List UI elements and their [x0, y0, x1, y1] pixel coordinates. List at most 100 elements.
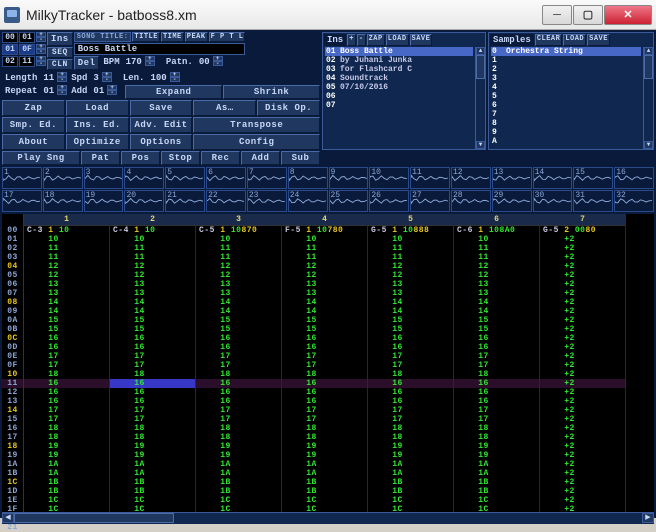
order-pos-2[interactable]: 02 — [2, 56, 18, 67]
scope-channel[interactable]: 28 — [451, 190, 491, 212]
spd-minus[interactable]: - — [102, 77, 112, 82]
about-button[interactable]: About — [2, 134, 65, 150]
scroll-down-icon[interactable]: ▼ — [644, 141, 653, 149]
sample-item[interactable]: 3 — [491, 74, 641, 83]
scope-channel[interactable]: 29 — [492, 190, 532, 212]
orderlist-ins-button[interactable]: Ins — [47, 32, 73, 46]
sample-item[interactable]: 7 — [491, 110, 641, 119]
ins-save-button[interactable]: SAVE — [410, 34, 433, 46]
samples-scrollbar[interactable]: ▲ ▼ — [643, 47, 653, 149]
scope-channel[interactable]: 14 — [533, 167, 573, 189]
sample-item[interactable]: 8 — [491, 119, 641, 128]
scope-channel[interactable]: 1 — [2, 167, 42, 189]
len-minus[interactable]: - — [57, 77, 67, 82]
scope-channel[interactable]: 4 — [124, 167, 164, 189]
stop-button[interactable]: Stop — [161, 151, 200, 165]
smp-save-button[interactable]: SAVE — [587, 34, 610, 46]
sample-item[interactable]: 6 — [491, 101, 641, 110]
ins-plus-button[interactable]: + — [347, 34, 356, 46]
minimize-button[interactable]: ─ — [542, 5, 572, 25]
time-mode-button[interactable]: TIME — [161, 32, 184, 42]
ins-zap-button[interactable]: ZAP — [367, 34, 385, 46]
ins-load-button[interactable]: LOAD — [386, 34, 409, 46]
scope-channel[interactable]: 12 — [451, 167, 491, 189]
rec-button[interactable]: Rec — [201, 151, 240, 165]
playsng-button[interactable]: Play Sng — [2, 151, 80, 165]
scroll-left-icon[interactable]: ◀ — [2, 513, 14, 523]
scope-channel[interactable]: 3 — [84, 167, 124, 189]
load-button[interactable]: Load — [66, 100, 129, 116]
scope-channel[interactable]: 21 — [165, 190, 205, 212]
scope-channel[interactable]: 7 — [247, 167, 287, 189]
pattern-editor[interactable]: 000102030405060708090A0B0C0D0E0F10111213… — [2, 214, 654, 512]
patlen-minus[interactable]: - — [170, 77, 180, 82]
scope-channel[interactable]: 31 — [573, 190, 613, 212]
scope-channel[interactable]: 22 — [206, 190, 246, 212]
close-button[interactable]: ✕ — [604, 5, 652, 25]
scope-channel[interactable]: 27 — [410, 190, 450, 212]
order-pos-1[interactable]: 01 — [2, 44, 18, 55]
peak-mode-button[interactable]: PEAK — [185, 32, 208, 42]
scope-channel[interactable]: 30 — [533, 190, 573, 212]
optimize-button[interactable]: Optimize — [66, 134, 129, 150]
orderlist-del-button[interactable]: Del — [74, 56, 100, 70]
add-button[interactable]: Add — [241, 151, 280, 165]
scope-channel[interactable]: 24 — [288, 190, 328, 212]
instruments-scrollbar[interactable]: ▲ ▼ — [475, 47, 485, 149]
scope-channel[interactable]: 5 — [165, 167, 205, 189]
orderlist-cln-button[interactable]: CLN — [47, 59, 73, 70]
scroll-thumb[interactable] — [14, 513, 174, 523]
sample-item[interactable]: 4 — [491, 83, 641, 92]
scroll-thumb[interactable] — [644, 55, 653, 79]
sample-item[interactable]: 5 — [491, 92, 641, 101]
scope-channel[interactable]: 11 — [410, 167, 450, 189]
options-button[interactable]: Options — [130, 134, 193, 150]
instrument-item[interactable]: 01Boss Battle — [325, 47, 473, 56]
orderlist-seq-button[interactable]: SEQ — [47, 47, 73, 58]
patn-minus[interactable]: - — [213, 61, 223, 66]
scope-channel[interactable]: 19 — [84, 190, 124, 212]
config-button[interactable]: Config — [193, 134, 320, 150]
scroll-up-icon[interactable]: ▲ — [644, 47, 653, 55]
pos-button[interactable]: Pos — [121, 151, 160, 165]
scope-channel[interactable]: 2 — [43, 167, 83, 189]
rep-minus[interactable]: - — [57, 90, 67, 95]
order-dn[interactable]: - — [36, 37, 46, 42]
shrink-button[interactable]: Shrink — [223, 85, 320, 99]
scope-channel[interactable]: 16 — [614, 167, 654, 189]
sample-item[interactable]: 0Orchestra String — [491, 47, 641, 56]
scope-channel[interactable]: 8 — [288, 167, 328, 189]
scope-channel[interactable]: 13 — [492, 167, 532, 189]
scope-channel[interactable]: 32 — [614, 190, 654, 212]
instrument-item[interactable]: 03for Flashcard C — [325, 65, 473, 74]
scope-channel[interactable]: 20 — [124, 190, 164, 212]
advedit-button[interactable]: Adv. Edit — [130, 117, 193, 133]
sub-button[interactable]: Sub — [281, 151, 320, 165]
scope-channel[interactable]: 15 — [573, 167, 613, 189]
order-pat-2[interactable]: 11 — [19, 56, 35, 67]
fptl-button[interactable]: F P T L — [209, 32, 246, 42]
order-pat-0[interactable]: 01 — [19, 32, 35, 43]
instrument-item[interactable]: 06 — [325, 92, 473, 101]
scope-channel[interactable]: 10 — [369, 167, 409, 189]
saveas-button[interactable]: As… — [193, 100, 256, 116]
scroll-right-icon[interactable]: ▶ — [642, 513, 654, 523]
zap-button[interactable]: Zap — [2, 100, 65, 116]
insed-button[interactable]: Ins. Ed. — [66, 117, 129, 133]
scroll-down-icon[interactable]: ▼ — [476, 141, 485, 149]
sample-item[interactable]: 9 — [491, 128, 641, 137]
bpm-minus[interactable]: - — [145, 61, 155, 66]
order-pat-1[interactable]: 0F — [19, 44, 35, 55]
order-pos-0[interactable]: 00 — [2, 32, 18, 43]
smp-clear-button[interactable]: CLEAR — [535, 34, 563, 46]
scope-channel[interactable]: 23 — [247, 190, 287, 212]
title-mode-button[interactable]: TITLE — [132, 32, 160, 42]
expand-button[interactable]: Expand — [125, 85, 222, 99]
sample-item[interactable]: 2 — [491, 65, 641, 74]
pat-button[interactable]: Pat — [81, 151, 120, 165]
songtitle-value[interactable]: Boss Battle — [74, 43, 246, 55]
sample-item[interactable]: A — [491, 137, 641, 146]
scope-channel[interactable]: 6 — [206, 167, 246, 189]
scope-channel[interactable]: 9 — [329, 167, 369, 189]
ins-minus-button[interactable]: - — [357, 34, 366, 46]
